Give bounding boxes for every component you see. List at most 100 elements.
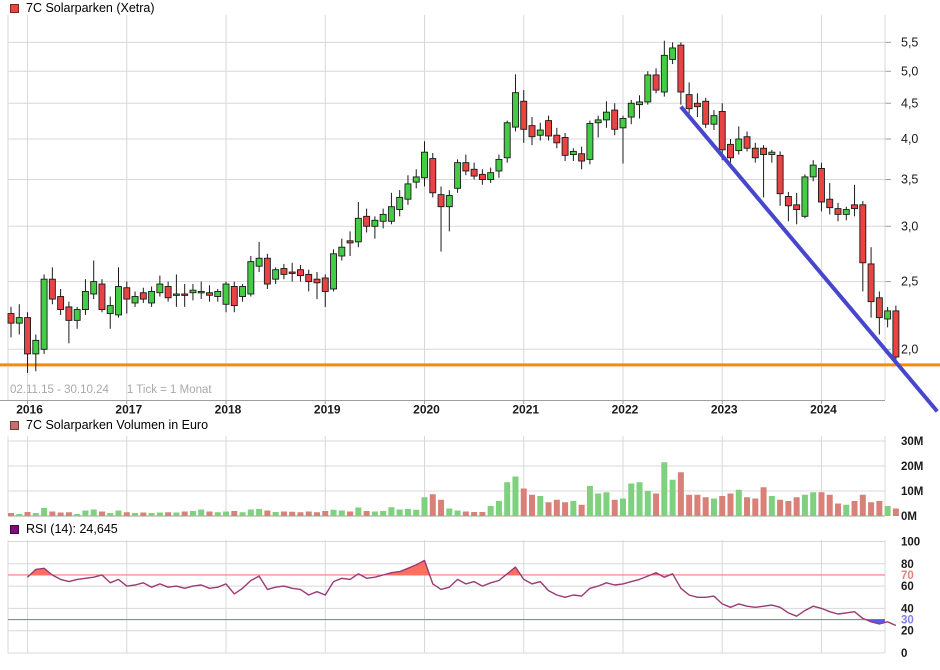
candle [587,123,593,159]
candle [719,111,725,149]
volume-bar [719,496,725,516]
volume-bar [711,499,717,517]
candle [488,173,494,180]
chart-canvas: 5,55,04,54,03,53,02,52,02016201720182019… [0,0,940,670]
candle [678,45,684,92]
date-range-text: 02.11.15 - 30.10.24 [10,384,109,396]
volume-bar [570,501,576,516]
volume-bar [876,501,882,516]
volume-bar [637,482,643,516]
volume-bar [612,500,618,516]
volume-bar [620,499,626,517]
volume-bar [281,512,287,517]
volume-bar [380,511,386,516]
axis-labels: 5,55,04,54,03,53,02,52,02016201720182019… [16,35,923,660]
volume-bar [116,511,122,517]
candle [694,103,700,106]
volume-bar [182,512,188,517]
candle [777,155,783,193]
volume-bar [322,511,328,516]
candle [827,199,833,207]
candle [149,291,155,302]
candle [355,218,361,242]
candle [190,290,196,293]
candle [157,284,163,293]
volume-bar [893,509,899,517]
candle [430,159,436,193]
candle [297,270,303,276]
volume-bar [661,462,667,516]
volume-bar [149,513,155,516]
volume-bar [297,512,303,516]
volume-bar [248,510,254,517]
axis-label: 100 [901,537,920,549]
candle [570,151,576,154]
volume-bar [628,484,634,517]
candle [248,262,254,294]
volume-bar [769,496,775,516]
volume-bar [885,506,891,516]
candle [521,101,527,129]
rsi-series-swatch-icon [10,525,19,534]
volume-bar [264,511,270,517]
volume-bar [703,497,709,516]
candle [306,274,312,281]
volume-bar [206,512,212,517]
axis-label: 3,5 [901,173,918,187]
candle [66,307,72,320]
axis-label: 2,0 [901,342,918,356]
candle [446,196,452,207]
volume-bar [761,487,767,516]
candle [620,118,626,127]
axis-label: 3,0 [901,219,918,233]
rsi-line [28,561,896,626]
axis-label: 30 [901,615,914,627]
volume-bar [562,502,568,516]
candle [612,110,618,129]
candle [140,293,146,299]
volume-bar [165,512,171,516]
candle [215,291,221,296]
axis-label: 0M [901,511,917,523]
candle [628,103,634,117]
candle [785,196,791,205]
volume-bar [223,512,229,517]
candle [8,314,14,324]
candle [240,286,246,296]
volume-bar [405,509,411,516]
candle [264,258,270,284]
candle [562,137,568,155]
candle [818,168,824,202]
volume-bar [827,495,833,516]
volume-bar [603,492,609,516]
candle [860,205,866,263]
candle [281,269,287,275]
candle [107,306,113,314]
volume-bar [512,477,518,517]
axis-label: 2018 [215,403,242,417]
volume-bar [794,497,800,516]
candle [653,75,659,90]
candle [49,279,55,299]
candle [16,318,22,324]
price-legend: 7C Solarparken (Xetra) [10,1,155,15]
rsi-legend-label: RSI (14): 24,645 [26,522,118,536]
candle [794,205,800,210]
axis-label: 2016 [16,403,43,417]
volume-bar [463,512,469,517]
volume-bar [198,510,204,517]
tick-interval-text: 1 Tick = 1 Monat [127,384,212,396]
axis-label: 2024 [810,403,837,417]
rsi-overbought-fill [28,561,896,626]
candle [463,163,469,171]
candle [885,311,891,319]
volume-bar [777,500,783,516]
candle [182,294,188,295]
volume-bar [372,512,378,517]
volume-bar [256,509,262,516]
volume-bar [74,514,80,516]
candle [116,286,122,314]
axis-label: 4,0 [901,132,918,146]
volume-legend-label: 7C Solarparken Volumen in Euro [26,418,208,432]
axis-label: 0 [901,648,907,660]
